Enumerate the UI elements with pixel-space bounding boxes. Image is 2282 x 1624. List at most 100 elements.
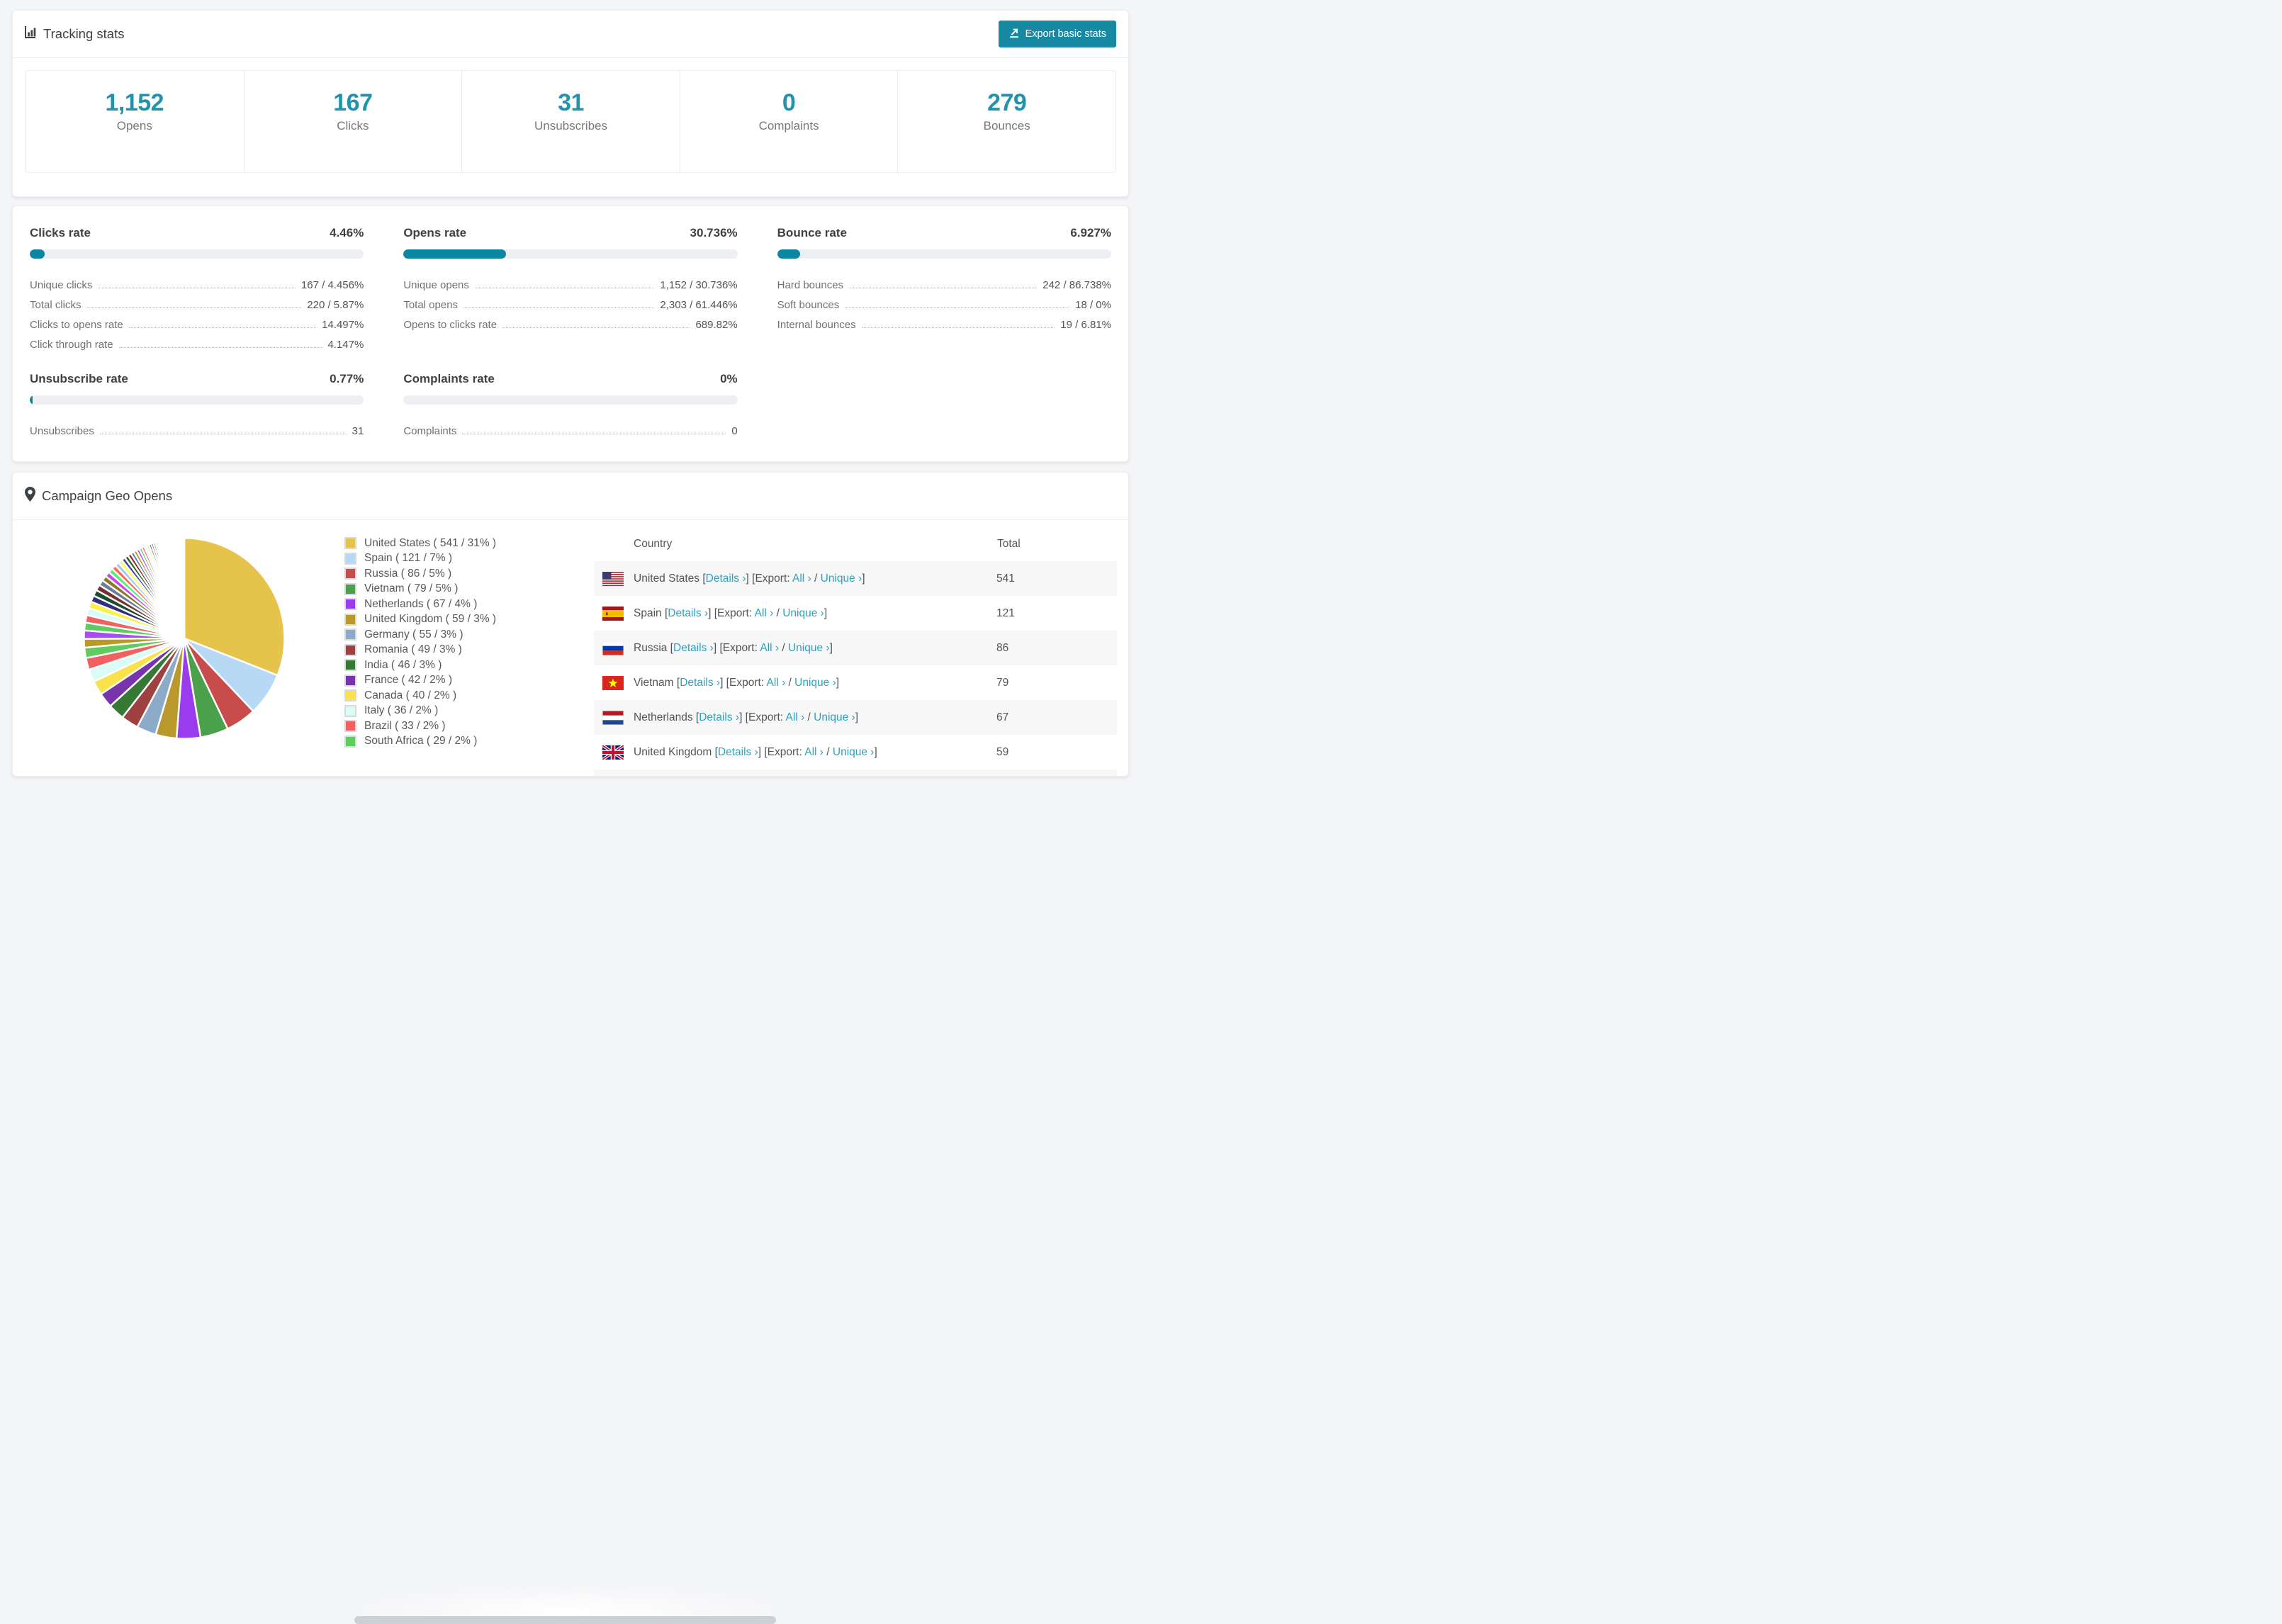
legend-swatch [344, 643, 356, 656]
legend-item: Russia ( 86 / 5% ) [344, 566, 594, 582]
table-row: United Kingdom [Details ›] [Export: All … [594, 735, 1117, 769]
total-cell: 86 [996, 641, 1009, 654]
rate-progress-bar [403, 249, 738, 259]
geo-opens-title: Campaign Geo Opens [42, 488, 173, 503]
table-row: Germany [Details ›] [Export: All › / Uni… [594, 769, 1117, 776]
stat-label: Clicks [337, 119, 369, 133]
legend-item: Italy ( 36 / 2% ) [344, 704, 594, 719]
details-link[interactable]: Details › [718, 746, 758, 758]
rate-panel-unsubscribe-rate: Unsubscribe rate 0.77% Unsubscribes 31 [30, 372, 364, 437]
stat-label: Unsubscribes [534, 119, 607, 133]
total-cell: 79 [996, 676, 1009, 689]
rate-detail-row: Total clicks 220 / 5.87% [30, 299, 364, 311]
rate-value: 30.736% [690, 226, 738, 239]
export-unique-link[interactable]: Unique › [833, 746, 875, 758]
country-flag-nl [602, 710, 624, 725]
stat-value: 167 [333, 89, 373, 116]
country-flag-vn [602, 675, 624, 690]
rate-detail-row: Hard bounces 242 / 86.738% [777, 279, 1111, 291]
rate-panel-opens-rate: Opens rate 30.736% Unique opens 1,152 / 30.… [403, 226, 738, 351]
legend-item: India ( 46 / 3% ) [344, 658, 594, 673]
country-flag-gb [602, 745, 624, 760]
export-all-link[interactable]: All › [755, 607, 774, 619]
export-all-link[interactable]: All › [792, 573, 811, 585]
stat-value: 279 [987, 89, 1027, 116]
map-pin-icon [25, 487, 35, 505]
rate-panel-bounce-rate: Bounce rate 6.927% Hard bounces 242 / 86.73… [777, 226, 1111, 351]
rate-progress-bar [30, 249, 364, 259]
legend-swatch [344, 613, 356, 626]
export-icon [1008, 27, 1020, 41]
export-all-link[interactable]: All › [804, 746, 824, 758]
table-row: Russia [Details ›] [Export: All › / Uniq… [594, 631, 1117, 665]
geo-pie-chart [24, 520, 344, 745]
pie-legend: United States ( 541 / 31% ) Spain ( 121 /… [344, 520, 594, 749]
rate-progress-bar [777, 249, 1111, 259]
table-header-row: Country Total [594, 527, 1117, 561]
legend-item: Netherlands ( 67 / 4% ) [344, 597, 594, 612]
rate-progress-bar [403, 395, 738, 405]
total-cell: 541 [996, 572, 1015, 585]
legend-swatch [344, 552, 356, 565]
details-link[interactable]: Details › [699, 711, 739, 723]
country-flag-es [602, 606, 624, 621]
bar-chart-icon [25, 26, 37, 42]
table-row: Spain [Details ›] [Export: All › / Uniqu… [594, 596, 1117, 631]
export-unique-link[interactable]: Unique › [782, 607, 824, 619]
rate-detail-row: Opens to clicks rate 689.82% [403, 319, 738, 331]
export-basic-stats-button[interactable]: Export basic stats [998, 21, 1116, 47]
rate-detail-row: Total opens 2,303 / 61.446% [403, 299, 738, 311]
dotted-leader [128, 327, 317, 328]
legend-item: United Kingdom ( 59 / 3% ) [344, 612, 594, 628]
export-all-link[interactable]: All › [760, 642, 779, 654]
dotted-leader [118, 347, 322, 348]
country-cell-text: Vietnam [Details ›] [Export: All › / Uni… [634, 676, 840, 689]
stat-label: Complaints [758, 119, 819, 133]
details-link[interactable]: Details › [706, 573, 746, 585]
legend-swatch [344, 598, 356, 611]
legend-item: Brazil ( 33 / 2% ) [344, 718, 594, 734]
legend-item: United States ( 541 / 31% ) [344, 536, 594, 551]
page-title: Tracking stats [43, 26, 125, 41]
column-header-country: Country [634, 538, 673, 550]
details-link[interactable]: Details › [668, 607, 708, 619]
legend-item: Spain ( 121 / 7% ) [344, 551, 594, 567]
stat-box-bounces: 279 Bounces [897, 71, 1115, 172]
export-unique-link[interactable]: Unique › [794, 677, 836, 689]
rate-detail-row: Click through rate 4.147% [30, 339, 364, 351]
country-cell-text: United States [Details ›] [Export: All ›… [634, 572, 865, 585]
export-all-link[interactable]: All › [786, 711, 805, 723]
legend-swatch [344, 568, 356, 580]
table-row: United States [Details ›] [Export: All ›… [594, 561, 1117, 596]
stat-box-unsubscribes: 31 Unsubscribes [461, 71, 680, 172]
details-link[interactable]: Details › [673, 642, 714, 654]
column-header-total: Total [997, 538, 1021, 550]
rate-title: Opens rate [403, 226, 467, 239]
rate-value: 0% [720, 372, 738, 385]
legend-swatch [344, 582, 356, 595]
export-unique-link[interactable]: Unique › [821, 573, 862, 585]
rates-card: Clicks rate 4.46% Unique clicks 167 / 4.456… [12, 205, 1129, 462]
legend-swatch [344, 689, 356, 702]
details-link[interactable]: Details › [680, 677, 720, 689]
rate-value: 0.77% [330, 372, 364, 385]
country-flag-us [602, 571, 624, 586]
legend-item: Romania ( 49 / 3% ) [344, 643, 594, 658]
country-cell-text: United Kingdom [Details ›] [Export: All … [634, 745, 877, 758]
rate-title: Unsubscribe rate [30, 372, 128, 385]
export-unique-link[interactable]: Unique › [788, 642, 830, 654]
legend-item: Germany ( 55 / 3% ) [344, 627, 594, 643]
rate-detail-row: Complaints 0 [403, 425, 738, 437]
rate-detail-row: Clicks to opens rate 14.497% [30, 319, 364, 331]
legend-swatch [344, 704, 356, 717]
export-all-link[interactable]: All › [767, 677, 786, 689]
rate-detail-row: Soft bounces 18 / 0% [777, 299, 1111, 311]
rate-detail-row: Unsubscribes 31 [30, 425, 364, 437]
export-unique-link[interactable]: Unique › [814, 711, 855, 723]
legend-swatch [344, 674, 356, 687]
horizontal-scrollbar-thumb[interactable] [354, 1616, 776, 1624]
total-cell: 67 [996, 711, 1009, 723]
geo-opens-card: Campaign Geo Opens United States ( 541 /… [12, 472, 1129, 777]
stat-box-opens: 1,152 Opens [26, 71, 244, 172]
total-cell: 55 [996, 769, 1117, 776]
